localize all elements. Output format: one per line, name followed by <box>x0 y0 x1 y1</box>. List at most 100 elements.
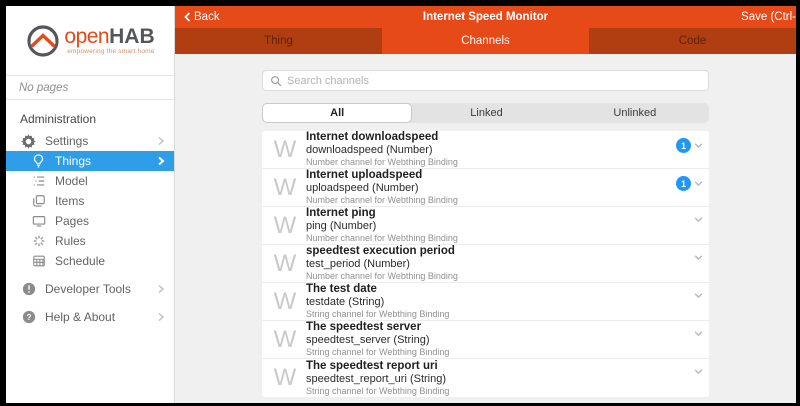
sidebar-item-label: Pages <box>55 214 165 228</box>
svg-text:?: ? <box>26 312 31 322</box>
channel-description: Number channel for Webthing Binding <box>306 157 458 168</box>
channel-id: ping (Number) <box>306 220 458 232</box>
chevron-down-icon[interactable] <box>693 214 704 225</box>
back-label: Back <box>194 11 220 23</box>
gear-icon <box>20 133 37 149</box>
search-bar <box>262 70 709 91</box>
channel-list: W Internet downloadspeed downloadspeed (… <box>262 131 709 397</box>
channel-id: test_period (Number) <box>306 258 458 270</box>
tab-thing[interactable]: Thing <box>175 28 382 54</box>
openhab-logo-icon <box>25 23 61 59</box>
chevron-down-icon[interactable] <box>693 178 704 189</box>
channel-description: String channel for Webthing Binding <box>306 309 449 320</box>
channel-letter-icon: W <box>269 176 301 200</box>
openhab-logo: openHAB empowering the smart home <box>6 6 174 75</box>
rules-icon <box>30 233 47 249</box>
channel-id: testdate (String) <box>306 296 449 308</box>
channel-letter-icon: W <box>269 138 301 162</box>
no-pages-label: No pages <box>6 75 174 100</box>
channel-id: speedtest_server (String) <box>306 334 449 346</box>
channel-description: String channel for Webthing Binding <box>306 347 449 358</box>
topbar: Back Internet Speed Monitor Save (Ctrl- <box>175 6 796 28</box>
channel-letter-icon: W <box>269 214 301 238</box>
sidebar-item-label: Model <box>55 174 165 188</box>
sidebar-item-rules[interactable]: Rules <box>6 231 174 251</box>
channel-row-testdate[interactable]: W The test date testdate (String) String… <box>262 283 709 321</box>
channel-title: The speedtest server <box>306 321 449 334</box>
sidebar: openHAB empowering the smart home No pag… <box>6 6 175 403</box>
channel-row-uploadspeed[interactable]: W Internet uploadspeed uploadspeed (Numb… <box>262 169 709 207</box>
lightbulb-icon <box>30 153 47 169</box>
app-window: openHAB empowering the smart home No pag… <box>6 6 796 403</box>
channel-row-speedtest-server[interactable]: W The speedtest server speedtest_server … <box>262 321 709 359</box>
channel-title: The test date <box>306 283 449 296</box>
sidebar-item-label: Schedule <box>55 254 165 268</box>
sidebar-item-model[interactable]: Model <box>6 171 174 191</box>
sidebar-item-help-about[interactable]: ? Help & About <box>6 307 174 327</box>
channel-row-speedtest-report-uri[interactable]: W The speedtest report uri speedtest_rep… <box>262 359 709 397</box>
channel-row-test-period[interactable]: W speedtest execution period test_period… <box>262 245 709 283</box>
tab-bar: Thing Channels Code <box>175 28 796 54</box>
items-icon <box>30 193 47 209</box>
channel-title: The speedtest report uri <box>306 360 449 373</box>
channel-id: uploadspeed (Number) <box>306 182 458 194</box>
sidebar-nav: Administration Settings Things <box>6 100 174 327</box>
channel-description: Number channel for Webthing Binding <box>306 233 458 244</box>
back-button[interactable]: Back <box>175 11 220 23</box>
sidebar-item-developer-tools[interactable]: Developer Tools <box>6 279 174 299</box>
logo-tagline: empowering the smart home <box>64 48 154 55</box>
filter-all[interactable]: All <box>262 103 412 123</box>
chevron-right-icon <box>157 312 165 322</box>
channel-description: Number channel for Webthing Binding <box>306 271 458 282</box>
pages-icon <box>30 213 47 229</box>
channel-title: speedtest execution period <box>306 245 458 258</box>
sidebar-item-things[interactable]: Things <box>6 151 174 171</box>
filter-unlinked[interactable]: Unlinked <box>561 103 709 123</box>
chevron-down-icon[interactable] <box>693 290 704 301</box>
tab-channels[interactable]: Channels <box>382 28 589 54</box>
channel-letter-icon: W <box>269 290 301 314</box>
chevron-right-icon <box>157 136 165 146</box>
chevron-down-icon[interactable] <box>693 366 704 377</box>
sidebar-item-schedule[interactable]: Schedule <box>6 251 174 271</box>
schedule-icon <box>30 253 47 269</box>
channel-row-ping[interactable]: W Internet ping ping (Number) Number cha… <box>262 207 709 245</box>
sidebar-item-label: Things <box>55 154 157 168</box>
channel-letter-icon: W <box>269 366 301 390</box>
chevron-left-icon <box>184 12 191 22</box>
save-button[interactable]: Save (Ctrl- <box>741 11 796 23</box>
openhab-wordmark: openHAB <box>64 26 154 47</box>
channel-letter-icon: W <box>269 328 301 352</box>
filter-linked[interactable]: Linked <box>412 103 560 123</box>
sidebar-item-label: Settings <box>45 134 157 148</box>
sidebar-item-label: Items <box>55 194 165 208</box>
channel-title: Internet downloadspeed <box>306 131 458 144</box>
chevron-down-icon[interactable] <box>693 140 704 151</box>
sidebar-item-label: Rules <box>55 234 165 248</box>
channel-letter-icon: W <box>269 252 301 276</box>
content-area: All Linked Unlinked W Internet downloads… <box>175 54 796 403</box>
chevron-right-icon <box>157 284 165 294</box>
channel-id: speedtest_report_uri (String) <box>306 373 449 385</box>
channel-row-downloadspeed[interactable]: W Internet downloadspeed downloadspeed (… <box>262 131 709 169</box>
page-title: Internet Speed Monitor <box>175 11 796 23</box>
main-panel: Back Internet Speed Monitor Save (Ctrl- … <box>175 6 796 403</box>
chevron-down-icon[interactable] <box>693 328 704 339</box>
channel-id: downloadspeed (Number) <box>306 144 458 156</box>
chevron-down-icon[interactable] <box>693 252 704 263</box>
search-input[interactable] <box>287 75 701 87</box>
model-icon <box>30 173 47 189</box>
linked-count-badge: 1 <box>676 138 691 153</box>
channel-description: Number channel for Webthing Binding <box>306 195 458 206</box>
channel-title: Internet uploadspeed <box>306 169 458 182</box>
filter-segmented-control: All Linked Unlinked <box>262 103 709 123</box>
exclamation-icon <box>20 281 37 297</box>
sidebar-item-items[interactable]: Items <box>6 191 174 211</box>
tab-code[interactable]: Code <box>589 28 796 54</box>
sidebar-item-label: Help & About <box>45 310 157 324</box>
sidebar-section-administration: Administration <box>6 108 174 131</box>
chevron-right-icon <box>157 156 165 166</box>
sidebar-item-pages[interactable]: Pages <box>6 211 174 231</box>
sidebar-item-settings[interactable]: Settings <box>6 131 174 151</box>
sidebar-item-label: Developer Tools <box>45 282 157 296</box>
